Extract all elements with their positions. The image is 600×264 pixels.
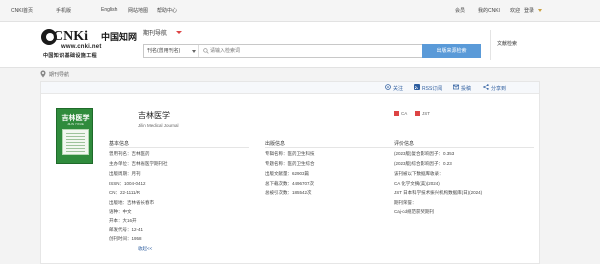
rss-icon xyxy=(414,84,420,90)
publish-info-divider xyxy=(265,147,405,148)
breadcrumb-item[interactable]: 期刊导航 xyxy=(49,71,69,78)
link-cnki-home[interactable]: CNKI首页 xyxy=(11,7,33,14)
link-english[interactable]: English xyxy=(101,7,117,13)
submit-label: 投稿 xyxy=(461,86,472,92)
nav-caret-icon[interactable] xyxy=(176,31,182,34)
eval-info-field: 该刊被以下数据库收录： xyxy=(394,171,444,176)
cnki-logo[interactable]: CNKi 中国知网 www.cnki.net 中国知识基础设施工程 xyxy=(41,27,137,63)
action-bar: 关注 RSS订阅 投稿 分享到 xyxy=(41,82,539,94)
journal-title: 吉林医学 xyxy=(138,111,170,120)
eval-info-field: 期刊荣誉： xyxy=(394,200,417,205)
location-pin-icon xyxy=(40,70,46,78)
eval-info-heading: 评价信息 xyxy=(394,141,415,147)
collapse-link[interactable]: 收起<< xyxy=(138,246,152,252)
badge-ca-label: CA xyxy=(401,111,408,116)
badge-jst-label: JST xyxy=(422,111,431,116)
rss-button[interactable]: RSS订阅 xyxy=(414,84,443,92)
search-button[interactable]: 出版来源检索 xyxy=(422,44,481,58)
eval-info-field: Caj-cd规范获奖期刊 xyxy=(394,209,435,214)
publish-info-field: 总被引次数：185542次 xyxy=(265,190,312,195)
badge-ca: CA xyxy=(394,111,407,116)
eval-info-field: CA 化学文摘(美)(2024) xyxy=(394,181,440,186)
scope-chevron-down-icon[interactable] xyxy=(192,50,196,53)
ca-tag-icon xyxy=(394,111,399,116)
publish-info-field: 专辑名称：医药卫生科技 xyxy=(265,151,315,156)
submit-button[interactable]: 投稿 xyxy=(453,84,472,92)
journal-nav-label[interactable]: 期刊导航 xyxy=(143,28,167,37)
mail-icon xyxy=(453,84,459,90)
cover-subtitle: JILIN YIXUE xyxy=(67,122,84,126)
search-input[interactable] xyxy=(210,45,422,57)
basic-info-divider xyxy=(109,147,249,148)
header-divider xyxy=(490,30,491,60)
basic-info-heading: 基本信息 xyxy=(109,141,130,147)
eval-info-field: (2023版)复合影响因子：0.353 xyxy=(394,151,455,156)
basic-info-field: 出版周期：月刊 xyxy=(109,171,141,176)
basic-info-field: 出版地：吉林省长春市 xyxy=(109,200,154,205)
journal-detail-panel: 关注 RSS订阅 投稿 分享到 吉林医学 JILIN YIXUE 吉林医学 Ji… xyxy=(40,81,540,264)
rss-label: RSS订阅 xyxy=(422,86,443,92)
link-login[interactable]: 登录 xyxy=(524,7,534,14)
share-icon xyxy=(483,84,489,90)
logo-brand: CNKi xyxy=(53,29,88,44)
link-sitemap[interactable]: 网站地图 xyxy=(128,7,148,14)
publish-info-field: 出版文献量：62903篇 xyxy=(265,171,310,176)
search-icon xyxy=(203,48,209,54)
site-header: CNKi 中国知网 www.cnki.net 中国知识基础设施工程 期刊导航 刊… xyxy=(0,22,600,68)
basic-info-field: 语种：中文 xyxy=(109,209,132,214)
journal-english-title: Jilin Medical Journal xyxy=(138,123,179,128)
basic-info-field: CN：22-1111/R xyxy=(109,190,141,195)
logo-slogan: 中国知识基础设施工程 xyxy=(43,53,98,59)
eval-info-field: JST 日本科学技术振兴机构数据库(日)(2024) xyxy=(394,190,483,195)
follow-button[interactable]: 关注 xyxy=(385,84,404,92)
share-button[interactable]: 分享到 xyxy=(483,84,507,92)
basic-info-field: 曾用刊名：吉林医药 xyxy=(109,151,150,156)
share-label: 分享到 xyxy=(491,86,507,92)
cover-content-box xyxy=(62,129,89,155)
publish-info-heading: 出版信息 xyxy=(265,141,286,147)
basic-info-field: 创刊时间：1958 xyxy=(109,236,142,241)
basic-info-field: 邮发代号：12-41 xyxy=(109,227,144,232)
eval-info-divider xyxy=(394,147,534,148)
eval-info-field: (2023版)综合影响因子：0.23 xyxy=(394,161,452,166)
badge-jst: JST xyxy=(415,111,430,116)
target-icon xyxy=(385,84,391,90)
jst-tag-icon xyxy=(415,111,420,116)
login-caret-icon[interactable] xyxy=(538,9,542,12)
publish-info-field: 专题名称：医药卫生综合 xyxy=(265,161,315,166)
link-member[interactable]: 会员 xyxy=(455,7,465,14)
basic-info-field: ISSN：1004-0412 xyxy=(109,181,146,186)
basic-info-field: 开本：大16开 xyxy=(109,218,137,223)
logo-url: www.cnki.net xyxy=(61,44,102,50)
basic-info-field: 主办单位：吉林省医学期刊社 xyxy=(109,161,168,166)
welcome-text: 欢迎 xyxy=(510,8,521,14)
follow-label: 关注 xyxy=(393,86,404,92)
publish-info-field: 总下载次数：4496707次 xyxy=(265,181,315,186)
advanced-search-link[interactable]: 文献检索 xyxy=(497,40,517,47)
logo-chinese: 中国知网 xyxy=(101,32,138,42)
link-mobile[interactable]: 手机版 xyxy=(56,7,71,14)
link-my-cnki[interactable]: 我的CNKI xyxy=(478,7,500,14)
link-help[interactable]: 帮助中心 xyxy=(157,7,177,14)
search-bar: 刊名(曾用刊名) 出版来源检索 xyxy=(143,44,481,58)
search-scope-select[interactable]: 刊名(曾用刊名) xyxy=(144,45,199,57)
top-nav-bar: CNKI首页 手机版 English 网站地图 帮助中心 会员 我的CNKI 欢… xyxy=(0,0,600,22)
journal-cover-image: 吉林医学 JILIN YIXUE xyxy=(56,108,93,164)
